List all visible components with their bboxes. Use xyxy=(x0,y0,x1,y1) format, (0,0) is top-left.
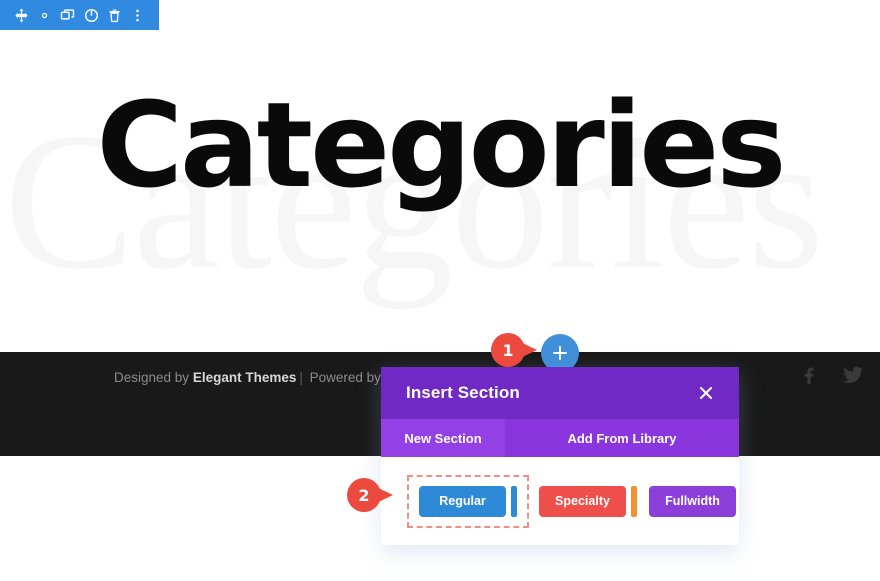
move-icon[interactable] xyxy=(13,7,30,24)
twitter-icon[interactable] xyxy=(840,362,866,388)
specialty-section-button[interactable]: Specialty xyxy=(539,485,626,517)
modal-title: Insert Section xyxy=(406,383,520,402)
modal-header: Insert Section xyxy=(381,367,739,419)
callout-badge-1: 1 xyxy=(491,333,537,367)
insert-section-modal: Insert Section New Section Add From Libr… xyxy=(381,367,739,545)
modal-tabs: New Section Add From Library xyxy=(381,419,739,457)
more-vertical-icon[interactable] xyxy=(129,7,146,24)
footer-credit: Designed by Elegant Themes | Powered by W xyxy=(114,370,397,385)
specialty-strip xyxy=(631,485,637,517)
hero-section: Categories Categories xyxy=(0,0,880,352)
footer-credit-separator: | xyxy=(299,370,303,385)
power-icon[interactable] xyxy=(83,7,100,24)
gear-icon[interactable] xyxy=(36,7,53,24)
tab-add-from-library[interactable]: Add From Library xyxy=(505,419,739,457)
footer-credit-prefix: Designed by xyxy=(114,370,193,385)
module-admin-toolbar xyxy=(0,0,159,30)
modal-body: Regular Specialty Fullwidth xyxy=(381,457,739,545)
fullwidth-section-button[interactable]: Fullwidth xyxy=(649,485,736,517)
callout-number: 2 xyxy=(347,478,381,512)
close-icon[interactable] xyxy=(695,382,717,404)
regular-strip xyxy=(511,485,517,517)
regular-selection-outline: Regular xyxy=(407,474,529,528)
trash-icon[interactable] xyxy=(106,7,123,24)
footer-credit-brand[interactable]: Elegant Themes xyxy=(193,370,297,385)
plus-icon xyxy=(553,346,567,360)
page-title: Categories xyxy=(96,76,786,214)
facebook-icon[interactable] xyxy=(796,362,822,388)
regular-section-button[interactable]: Regular xyxy=(419,485,506,517)
callout-badge-2: 2 xyxy=(347,478,393,512)
duplicate-icon[interactable] xyxy=(59,7,76,24)
footer-social-links xyxy=(796,362,866,388)
tab-new-section[interactable]: New Section xyxy=(381,419,505,457)
callout-number: 1 xyxy=(491,333,525,367)
